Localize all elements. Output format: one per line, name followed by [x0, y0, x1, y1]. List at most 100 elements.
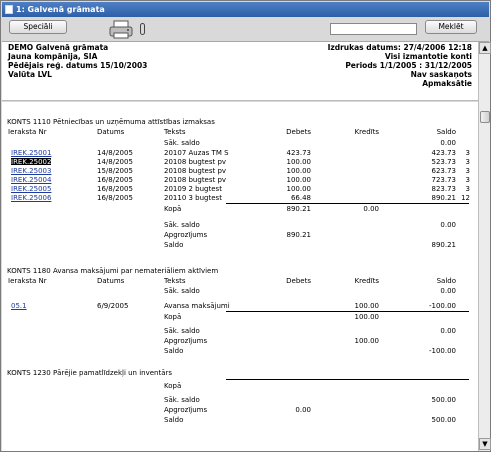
balance-value: -100.00	[428, 347, 456, 355]
scroll-thumb[interactable]	[480, 111, 490, 123]
balance-value: 500.00	[431, 416, 457, 424]
entry-count: 12	[461, 194, 470, 202]
opening-balance-value: 0.00	[440, 327, 456, 335]
opening-balance-label: Sāk. saldo	[164, 221, 200, 229]
total-credit: 0.00	[363, 205, 379, 213]
column-header-debit: Debets	[286, 277, 311, 285]
opening-balance-label: Sāk. saldo	[164, 139, 200, 147]
window-title: 1: Galvenā grāmata	[16, 5, 105, 14]
entry-text: Avansa maksājumi	[164, 302, 230, 310]
entry-count: 3	[465, 185, 470, 193]
column-header-credit: Kredīts	[354, 277, 379, 285]
column-header-text: Teksts	[164, 128, 186, 136]
account-title: KONTS 1230 Pārējie pamatlīdzekļi un inve…	[7, 369, 173, 377]
entry-date: 15/8/2005	[97, 167, 133, 175]
entry-number-link[interactable]: IREK.25006	[11, 194, 51, 202]
account-title: KONTS 1180 Avansa maksājumi par nemateri…	[7, 267, 219, 275]
vertical-scrollbar[interactable]: ▲ ▼	[478, 42, 491, 451]
entry-count: 3	[465, 167, 470, 175]
total-label: Kopā	[164, 205, 182, 213]
column-header-debit: Debets	[286, 128, 311, 136]
opening-balance-label: Sāk. saldo	[164, 396, 200, 404]
special-button[interactable]: Speciāli	[9, 20, 67, 34]
entry-balance: 890.21	[431, 194, 457, 202]
entry-text: 20108 bugtest pv	[164, 158, 227, 166]
entry-number-link-selected[interactable]: IREK.25002	[11, 158, 52, 166]
column-header-balance: Saldo	[436, 128, 456, 136]
turnover-value: 890.21	[286, 231, 312, 239]
column-header-balance: Saldo	[436, 277, 456, 285]
entry-balance: 623.73	[431, 167, 457, 175]
entry-text: 20110 3 bugtest	[164, 194, 222, 202]
turnover-value: 0.00	[295, 406, 311, 414]
search-input[interactable]	[330, 23, 417, 35]
balance-label: Saldo	[164, 347, 184, 355]
entry-debit: 100.00	[286, 167, 312, 175]
entry-number-link[interactable]: IREK.25004	[11, 176, 51, 184]
turnover-label: Apgrozījums	[164, 406, 208, 414]
entry-number-link[interactable]: IREK.25005	[11, 185, 51, 193]
find-button[interactable]: Meklēt	[425, 20, 477, 34]
entry-date: 16/8/2005	[97, 185, 133, 193]
entry-date: 16/8/2005	[97, 176, 133, 184]
turnover-label: Apgrozījums	[164, 337, 208, 345]
entry-credit: 100.00	[354, 302, 380, 310]
column-header-nr: Ieraksta Nr	[8, 277, 47, 285]
scroll-up-arrow[interactable]: ▲	[479, 42, 491, 54]
entry-date: 6/9/2005	[97, 302, 129, 310]
entry-debit: 100.00	[286, 158, 312, 166]
turnover-label: Apgrozījums	[164, 231, 208, 239]
entry-debit: 100.00	[286, 176, 312, 184]
balance-value: 890.21	[431, 241, 457, 249]
document-icon	[5, 5, 13, 14]
printer-icon[interactable]	[108, 20, 134, 39]
entry-date: 16/8/2005	[97, 194, 133, 202]
entry-balance: 523.73	[431, 158, 457, 166]
entry-number-link[interactable]: 05.1	[11, 302, 27, 310]
opening-balance-label: Sāk. saldo	[164, 287, 200, 295]
total-rule	[226, 379, 469, 380]
entry-date: 14/8/2005	[97, 149, 133, 157]
entry-number-link[interactable]: IREK.25001	[11, 149, 51, 157]
scroll-down-arrow[interactable]: ▼	[479, 438, 491, 450]
entry-balance: 423.73	[431, 149, 457, 157]
entry-count: 3	[465, 149, 470, 157]
window-titlebar[interactable]: 1: Galvenā grāmata	[2, 2, 489, 17]
column-header-date: Datums	[97, 128, 125, 136]
entry-debit: 66.48	[290, 194, 311, 202]
column-header-date: Datums	[97, 277, 125, 285]
total-credit: 100.00	[354, 313, 380, 321]
opening-balance-value: 0.00	[440, 139, 456, 147]
paperclip-icon[interactable]	[140, 23, 145, 35]
entry-number-link[interactable]: IREK.25003	[11, 167, 51, 175]
report-document: DEMO Galvenā grāmata Jauna kompānija, SI…	[2, 42, 478, 451]
column-header-text: Teksts	[164, 277, 186, 285]
entry-balance: 823.73	[431, 185, 457, 193]
entry-count: 3	[465, 158, 470, 166]
total-label: Kopā	[164, 382, 182, 390]
entry-date: 14/8/2005	[97, 158, 133, 166]
payment-status: Apmaksātie	[422, 79, 472, 88]
column-header-nr: Ieraksta Nr	[8, 128, 47, 136]
entry-text: 20109 2 bugtest	[164, 185, 222, 193]
column-header-credit: Kredīts	[354, 128, 379, 136]
entry-balance: -100.00	[428, 302, 456, 310]
opening-balance-value: 0.00	[440, 287, 456, 295]
account-title: KONTS 1110 Pētniecības un uzņēmuma attīs…	[7, 118, 215, 126]
toolbar: Speciāli Meklēt	[2, 17, 489, 42]
balance-label: Saldo	[164, 416, 184, 424]
entry-text: 20108 bugtest pv	[164, 167, 227, 175]
total-rule	[226, 203, 469, 204]
ledger-window: 1: Galvenā grāmata Speciāli Meklēt DEMO …	[0, 0, 491, 452]
entry-text: 20108 bugtest pv	[164, 176, 227, 184]
header-separator	[2, 100, 478, 102]
entry-debit: 100.00	[286, 185, 312, 193]
opening-balance-value: 500.00	[431, 396, 457, 404]
opening-balance-value: 0.00	[440, 221, 456, 229]
total-rule	[226, 311, 469, 312]
balance-label: Saldo	[164, 241, 184, 249]
entry-text: 20107 Auzas TM S	[164, 149, 229, 157]
currency: Valūta LVL	[8, 70, 52, 79]
entry-debit: 423.73	[286, 149, 312, 157]
opening-balance-label: Sāk. saldo	[164, 327, 200, 335]
